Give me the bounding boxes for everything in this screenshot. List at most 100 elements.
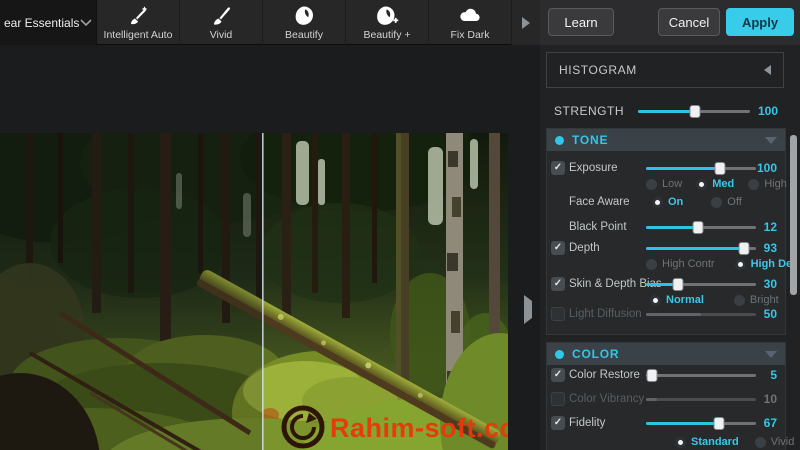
preset-beautify[interactable]: Beautify xyxy=(263,0,346,45)
light-diffusion-slider[interactable] xyxy=(646,307,756,321)
slider-knob[interactable] xyxy=(692,221,704,234)
cloud-icon xyxy=(457,4,483,28)
preset-label: Beautify + xyxy=(363,29,411,41)
collapse-down-icon xyxy=(765,350,777,358)
exposure-checkbox[interactable]: ✓ xyxy=(551,161,565,175)
radio-off[interactable]: Off xyxy=(711,196,742,208)
depth-row: ✓ Depth 93 xyxy=(547,238,785,258)
face-aware-label: Face Aware xyxy=(569,196,630,208)
radio-standard[interactable]: Standard xyxy=(675,436,739,448)
collapse-down-icon xyxy=(765,136,777,144)
tone-section: TONE ✓ Exposure 100 Low Med High Face Aw xyxy=(546,128,796,335)
strength-slider[interactable] xyxy=(638,104,750,118)
auto-brush-icon xyxy=(126,4,150,28)
arrow-right-icon xyxy=(522,16,530,29)
color-title: COLOR xyxy=(572,347,620,361)
learn-button[interactable]: Learn xyxy=(548,8,614,36)
slider-knob[interactable] xyxy=(738,242,750,255)
slider-knob[interactable] xyxy=(714,162,726,175)
photo-preview[interactable]: Rahim-soft.com xyxy=(0,133,508,450)
color-section: COLOR ✓ Color Restore 5 Color Vibrancy 1… xyxy=(546,342,794,450)
toolbar-actions: Learn Cancel Apply xyxy=(540,0,800,45)
chevron-down-icon xyxy=(80,14,92,32)
preset-group-dropdown[interactable]: ear Essentials xyxy=(0,0,96,45)
radio-high-def[interactable]: High Def xyxy=(734,258,796,270)
before-region-overlay xyxy=(0,133,263,450)
preset-buttons-strip: Intelligent Auto Vivid Beautify Beautify… xyxy=(96,0,512,45)
depth-checkbox[interactable]: ✓ xyxy=(551,241,565,255)
preset-intelligent-auto[interactable]: Intelligent Auto xyxy=(97,0,180,45)
color-restore-slider[interactable] xyxy=(646,368,756,382)
fidelity-value: 67 xyxy=(763,416,777,430)
color-restore-checkbox[interactable]: ✓ xyxy=(551,368,565,382)
light-diffusion-value: 50 xyxy=(763,307,777,321)
cancel-button[interactable]: Cancel xyxy=(658,8,720,36)
black-point-slider[interactable] xyxy=(646,220,756,234)
preset-label: Vivid xyxy=(209,29,233,41)
brush-icon xyxy=(210,4,232,28)
radio-vivid[interactable]: Vivid xyxy=(754,436,794,448)
panel-collapse-arrow[interactable] xyxy=(524,295,532,324)
image-canvas: Rahim-soft.com xyxy=(0,45,540,450)
preset-fix-dark[interactable]: Fix Dark xyxy=(429,0,512,45)
color-vibrancy-slider[interactable] xyxy=(646,392,756,406)
color-vibrancy-checkbox[interactable] xyxy=(551,392,565,406)
exposure-slider[interactable] xyxy=(646,161,756,175)
light-diffusion-checkbox[interactable] xyxy=(551,307,565,321)
section-dot-icon xyxy=(555,135,564,145)
panel-scrollbar xyxy=(790,45,797,450)
skin-depth-bias-checkbox[interactable]: ✓ xyxy=(551,277,565,291)
skin-depth-bias-value: 30 xyxy=(763,277,777,291)
exposure-value: 100 xyxy=(756,161,777,175)
preset-label: Beautify xyxy=(285,29,323,41)
depth-radio-group: High Contr High Def xyxy=(646,257,796,271)
black-point-label: Black Point xyxy=(569,221,627,233)
preset-beautify-plus[interactable]: Beautify + xyxy=(346,0,429,45)
radio-low[interactable]: Low xyxy=(646,178,682,190)
skin-depth-bias-row: ✓ Skin & Depth Bias 30 xyxy=(547,274,785,294)
collapse-left-icon xyxy=(764,65,771,75)
slider-knob[interactable] xyxy=(689,105,701,118)
light-diffusion-row: Light Diffusion 50 xyxy=(547,304,785,324)
slider-knob[interactable] xyxy=(713,417,725,430)
before-after-divider xyxy=(262,133,264,450)
scrollbar-thumb[interactable] xyxy=(790,135,797,295)
radio-high-contr[interactable]: High Contr xyxy=(646,258,715,270)
color-restore-label: Color Restore xyxy=(569,369,640,381)
fidelity-checkbox[interactable]: ✓ xyxy=(551,416,565,430)
radio-on[interactable]: On xyxy=(652,196,683,208)
skin-depth-bias-slider[interactable] xyxy=(646,277,756,291)
histogram-label: HISTOGRAM xyxy=(559,63,637,77)
face-plus-icon xyxy=(375,4,399,28)
exposure-label: Exposure xyxy=(569,162,618,174)
depth-slider[interactable] xyxy=(646,241,756,255)
radio-med[interactable]: Med xyxy=(696,178,734,190)
face-aware-radio-group: On Off xyxy=(652,195,742,209)
black-point-value: 12 xyxy=(763,220,777,234)
exposure-row: ✓ Exposure 100 xyxy=(547,158,785,178)
fidelity-radio-group: Standard Vivid xyxy=(675,435,794,449)
preset-group-label: ear Essentials xyxy=(4,15,80,30)
color-section-header[interactable]: COLOR xyxy=(547,343,785,365)
strength-value: 100 xyxy=(757,104,778,118)
strength-row: STRENGTH 100 xyxy=(540,101,800,121)
tone-title: TONE xyxy=(572,133,609,147)
slider-knob[interactable] xyxy=(646,369,657,382)
radio-high[interactable]: High xyxy=(748,178,787,190)
fidelity-row: ✓ Fidelity 67 xyxy=(547,413,785,433)
histogram-panel[interactable]: HISTOGRAM xyxy=(546,52,784,88)
fidelity-slider[interactable] xyxy=(646,416,756,430)
slider-knob[interactable] xyxy=(672,278,684,291)
fidelity-label: Fidelity xyxy=(569,417,606,429)
apply-button[interactable]: Apply xyxy=(726,8,794,36)
color-vibrancy-value: 10 xyxy=(763,392,777,406)
strength-label: STRENGTH xyxy=(554,104,624,118)
tone-section-header[interactable]: TONE xyxy=(547,129,785,151)
section-dot-icon xyxy=(555,349,564,359)
top-toolbar: ear Essentials Intelligent Auto Vivid Be… xyxy=(0,0,800,45)
presets-scroll-right-button[interactable] xyxy=(512,0,540,45)
preset-vivid[interactable]: Vivid xyxy=(180,0,263,45)
arrow-right-icon xyxy=(524,295,532,324)
depth-label: Depth xyxy=(569,242,600,254)
app-window: ear Essentials Intelligent Auto Vivid Be… xyxy=(0,0,800,450)
